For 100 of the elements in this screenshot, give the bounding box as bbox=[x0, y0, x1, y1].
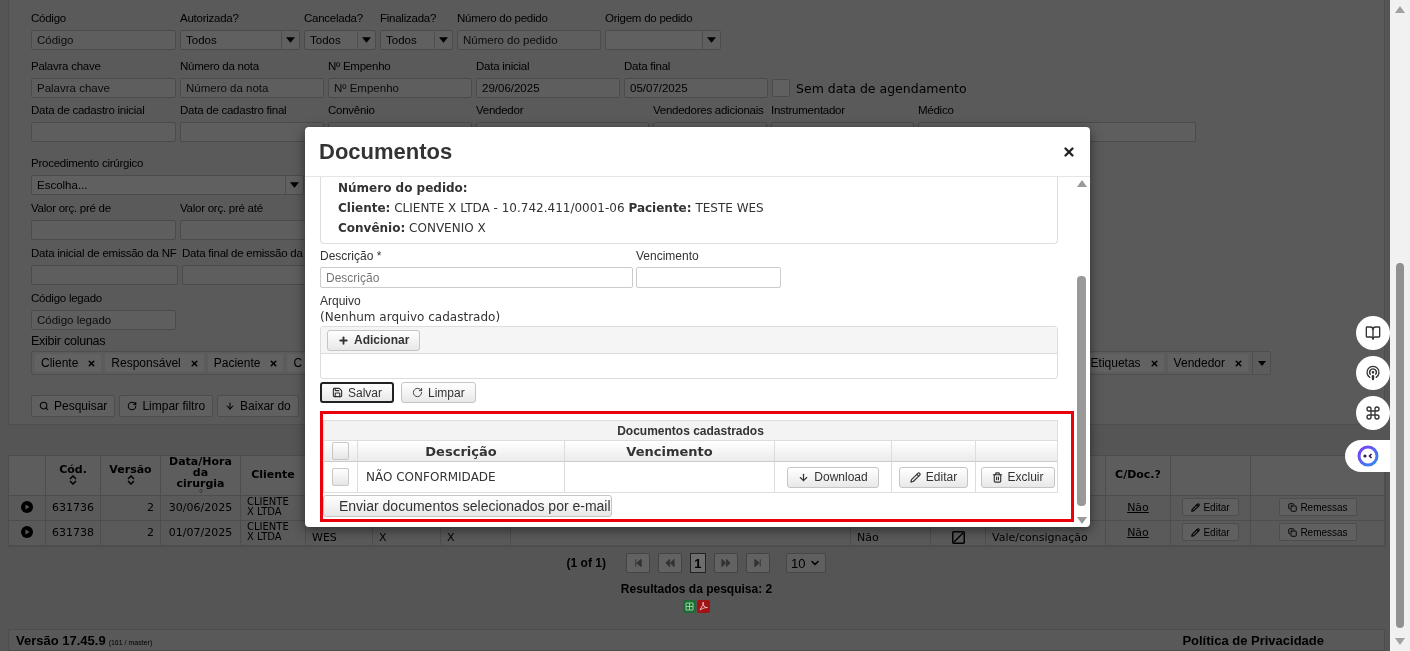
select-field[interactable]: Escolha... bbox=[31, 175, 304, 195]
delete-button[interactable]: Excluir bbox=[980, 466, 1055, 488]
scrollbar-thumb[interactable] bbox=[1396, 263, 1404, 628]
filter-button[interactable]: Pesquisar bbox=[31, 395, 116, 417]
command-icon bbox=[1365, 405, 1381, 421]
close-icon[interactable] bbox=[1062, 144, 1076, 159]
scrollbar-thumb[interactable] bbox=[1077, 275, 1086, 506]
input-field[interactable]: 05/07/2025 bbox=[624, 78, 768, 98]
expand-icon[interactable] bbox=[21, 526, 33, 538]
select-field[interactable]: Todos bbox=[180, 30, 300, 50]
next-page-button[interactable] bbox=[713, 553, 738, 573]
field-label: Número do pedido bbox=[457, 11, 548, 26]
dialog-title: Documentos bbox=[319, 138, 453, 165]
select-field[interactable]: Todos bbox=[304, 30, 376, 50]
column-header: Cliente bbox=[251, 469, 295, 480]
file-status-text: (Nenhum arquivo cadastrado) bbox=[320, 309, 501, 325]
table-cell: 631738 bbox=[52, 525, 94, 539]
field-label: Autorizada? bbox=[180, 11, 239, 26]
pdf-icon[interactable] bbox=[697, 600, 710, 613]
column-tag[interactable]: Cliente bbox=[35, 354, 102, 372]
field-label: Convênio bbox=[328, 103, 375, 118]
input-field[interactable]: Código legado bbox=[31, 310, 176, 330]
description-field[interactable]: Descrição bbox=[320, 267, 633, 288]
input-field[interactable]: Palavra chave bbox=[31, 78, 176, 98]
edit-button[interactable]: Editar bbox=[1182, 523, 1239, 541]
first-page-button[interactable] bbox=[625, 553, 650, 573]
arrow-down-icon bbox=[225, 401, 236, 411]
field-label: Exibir colunas bbox=[31, 334, 106, 349]
field-label: Instrumentador bbox=[771, 103, 845, 118]
input-field[interactable]: Número da nota bbox=[180, 78, 324, 98]
shipments-button[interactable]: Remessas bbox=[1279, 498, 1357, 516]
clear-button[interactable]: Limpar bbox=[401, 382, 476, 403]
column-tag[interactable]: C bbox=[287, 354, 308, 372]
field-label: Número da nota bbox=[180, 59, 259, 74]
remove-icon[interactable] bbox=[269, 358, 279, 368]
table-cell: 30/06/2025 bbox=[168, 500, 233, 514]
field-label: Data final de emissão da bbox=[182, 246, 303, 261]
field-label: Código legado bbox=[31, 291, 102, 306]
page-button[interactable]: 1 bbox=[689, 553, 706, 573]
last-page-button[interactable] bbox=[745, 553, 770, 573]
download-button[interactable]: Download bbox=[787, 466, 879, 488]
pencil-icon bbox=[1191, 502, 1201, 512]
edit-button[interactable]: Editar bbox=[1182, 498, 1239, 516]
remove-icon[interactable] bbox=[1234, 358, 1243, 368]
column-tag[interactable]: Vendedor bbox=[1167, 354, 1248, 372]
field-label: Valor orç. pré até bbox=[180, 201, 263, 216]
documents-link[interactable]: Não bbox=[1127, 525, 1149, 539]
input-field[interactable]: Nº Empenho bbox=[328, 78, 472, 98]
sort-icon[interactable] bbox=[126, 475, 135, 485]
input-field[interactable]: Número do pedido bbox=[457, 30, 601, 50]
results-count: Resultados da pesquisa: 2 bbox=[620, 582, 773, 596]
column-header: C/Doc.? bbox=[1115, 469, 1161, 480]
scroll-up-icon[interactable] bbox=[1395, 6, 1405, 13]
row-checkbox[interactable] bbox=[332, 468, 349, 486]
field-label: Vencimento bbox=[636, 249, 699, 264]
expand-icon[interactable] bbox=[21, 501, 33, 513]
field-label: Valor orç. pré de bbox=[31, 201, 111, 216]
remove-icon[interactable] bbox=[189, 358, 199, 368]
pencil-icon bbox=[909, 471, 921, 483]
shipments-button[interactable]: Remessas bbox=[1279, 523, 1357, 541]
privacy-link[interactable]: Política de Privacidade bbox=[1182, 632, 1324, 648]
assistant-button[interactable] bbox=[1345, 440, 1390, 472]
remove-icon[interactable] bbox=[1149, 358, 1159, 368]
email-documents-button[interactable]: Enviar documentos selecionados por e-mail bbox=[323, 495, 612, 517]
field-label: Data inicial bbox=[476, 59, 530, 74]
field-label: Palavra chave bbox=[31, 59, 101, 74]
previous-page-icon bbox=[664, 558, 675, 568]
edit-button[interactable]: Editar bbox=[898, 466, 969, 488]
previous-page-button[interactable] bbox=[657, 553, 682, 573]
input-field[interactable]: Código bbox=[31, 30, 176, 50]
input-field[interactable] bbox=[180, 122, 324, 142]
caret-icon bbox=[1257, 360, 1266, 366]
page-size-select[interactable]: 10 bbox=[785, 553, 827, 573]
plus-icon bbox=[338, 334, 349, 346]
column-tag[interactable]: Responsável bbox=[105, 354, 204, 372]
scroll-down-icon[interactable] bbox=[1076, 517, 1087, 524]
column-tag[interactable]: Paciente bbox=[207, 354, 284, 372]
table-cell: Vale/consignação bbox=[992, 531, 1088, 544]
checkbox-label: Sem data de agendamento bbox=[796, 80, 967, 96]
page-summary: (1 of 1) bbox=[566, 556, 606, 570]
sort-icon[interactable] bbox=[69, 475, 77, 485]
add-file-button[interactable]: Adicionar bbox=[327, 329, 421, 351]
scroll-down-icon[interactable] bbox=[1395, 638, 1405, 645]
spreadsheet-icon[interactable] bbox=[683, 600, 696, 613]
field-label: Finalizada? bbox=[380, 11, 437, 26]
select-field[interactable]: Todos bbox=[380, 30, 453, 50]
filter-button[interactable]: Baixar do bbox=[217, 395, 299, 417]
scroll-up-icon[interactable] bbox=[1076, 180, 1087, 187]
slashed-square-icon bbox=[951, 531, 965, 544]
column-header: Descrição bbox=[425, 443, 497, 459]
documents-link[interactable]: Não bbox=[1127, 500, 1149, 514]
due-date-field[interactable] bbox=[636, 267, 781, 288]
field-label: Data de cadastro final bbox=[180, 103, 287, 118]
robot-face-icon bbox=[1356, 445, 1379, 467]
input-field[interactable]: 29/06/2025 bbox=[476, 78, 620, 98]
filter-button[interactable]: Limpar filtro bbox=[119, 395, 214, 417]
save-button[interactable]: Salvar bbox=[320, 382, 394, 403]
remove-icon[interactable] bbox=[87, 358, 97, 368]
select-field[interactable] bbox=[605, 30, 721, 50]
select-all-checkbox[interactable] bbox=[332, 442, 349, 460]
